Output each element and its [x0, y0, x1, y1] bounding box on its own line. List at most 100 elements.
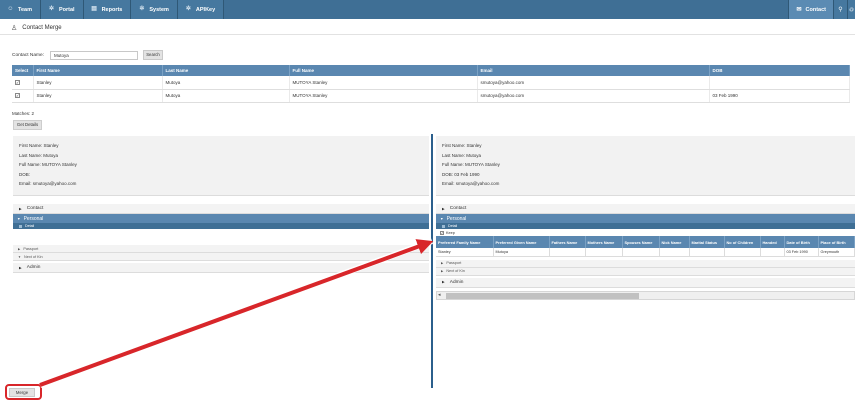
cell-last-name: Mutoya — [162, 89, 290, 103]
right-sub-next-of-kin[interactable]: ▶ Next of Kin — [436, 267, 855, 276]
col-fathers-name: Fathers Name — [549, 236, 586, 248]
cell-date-of-birth: 03 Feb 1990 — [784, 248, 819, 257]
team-icon: ☺ — [7, 6, 14, 12]
col-no-of-children: No of Children — [724, 236, 761, 248]
contact-name-input[interactable]: Mutoya — [50, 50, 138, 60]
scroll-left-icon[interactable]: ◂ — [438, 292, 441, 299]
keep-checkbox[interactable]: ✓ — [440, 230, 444, 235]
cell-first-name: Stanley — [33, 89, 163, 103]
mail-icon: ✉ — [796, 7, 802, 13]
cell-email: smutoya@yahoo.com — [477, 89, 710, 103]
right-contact-pane: First Name: Stanley Last Name: Mutoya Fu… — [436, 136, 855, 391]
nav-more-button[interactable]: @ — [847, 0, 855, 19]
select-checkbox[interactable]: ✓ — [15, 93, 20, 98]
triangle-right-icon: ▶ — [19, 206, 22, 211]
cell-email: smutoya@yahoo.com — [477, 76, 710, 90]
right-section-personal[interactable]: ▼ Personal — [436, 214, 855, 223]
nav-apikey[interactable]: ✲ APIKey — [177, 0, 225, 19]
cell-preferred-given-name: Mutoya — [493, 248, 550, 257]
system-icon: ✲ — [139, 6, 145, 12]
left-section-personal[interactable]: ▼ Personal — [13, 214, 429, 223]
cell-dob — [709, 76, 850, 90]
col-last-name: Last Name — [162, 65, 290, 76]
search-row: Contact Name: Mutoya Search — [12, 50, 163, 60]
table-row[interactable]: ✓ Stanley Mutoya MUTOYA Stanley smutoya@… — [12, 89, 850, 103]
section-label: Admin — [26, 265, 41, 270]
cell-dob: 03 Feb 1990 — [709, 89, 850, 103]
reports-icon: ▤ — [91, 6, 97, 12]
horizontal-scrollbar[interactable]: ◂ — [436, 290, 855, 300]
left-full-name: Full Name: MUTOYA Stanley — [19, 162, 77, 167]
search-icon: ⚲ — [838, 7, 843, 13]
cell-spouses-name — [622, 248, 660, 257]
contact-name-label: Contact Name: — [12, 52, 44, 58]
get-details-button[interactable]: Get Details — [13, 120, 42, 130]
person-icon: ♙ — [11, 25, 18, 32]
nav-search-button[interactable]: ⚲ — [833, 0, 847, 19]
right-section-contact[interactable]: ▶ Contact — [436, 204, 855, 214]
detail-label: Detail — [448, 224, 458, 228]
title-divider — [0, 34, 855, 35]
detail-label: Detail — [25, 224, 35, 228]
cell-place-of-birth: Greymouth — [818, 248, 855, 257]
nav-reports[interactable]: ▤ Reports — [83, 0, 132, 19]
matches-count: Matches: 2 — [12, 111, 35, 116]
page-title: ♙ Contact Merge — [11, 24, 62, 32]
collapse-icon — [442, 224, 445, 228]
triangle-right-icon: ▶ — [442, 206, 445, 211]
page-title-text: Contact Merge — [22, 25, 62, 31]
nav-team[interactable]: ☺ Team — [0, 0, 41, 19]
nav-portal[interactable]: ✲ Portal — [40, 0, 84, 19]
left-first-name: First Name: Stanley — [19, 143, 59, 148]
apikey-icon: ✲ — [185, 6, 191, 12]
select-checkbox[interactable]: ✓ — [15, 79, 20, 85]
left-section-contact[interactable]: ▶ Contact — [13, 204, 429, 214]
section-label: Admin — [449, 279, 464, 285]
left-last-name: Last Name: Mutoya — [19, 152, 59, 158]
sub-label: Next of Kin — [23, 254, 43, 259]
triangle-down-icon: ▼ — [440, 216, 444, 221]
left-sub-next-of-kin[interactable]: ▼ Next of Kin — [13, 253, 429, 261]
nav-right-group: ✉ Contact ⚲ @ — [788, 0, 855, 19]
top-nav: ☺ Team ✲ Portal ▤ Reports ✲ System ✲ API… — [0, 0, 855, 19]
col-nick-name: Nick Name — [659, 236, 690, 248]
merge-button[interactable]: Merge — [9, 388, 35, 397]
cell-first-name: Stanley — [33, 76, 163, 90]
triangle-right-icon: ▶ — [442, 280, 445, 284]
section-label: Personal — [446, 215, 467, 222]
right-sub-passport[interactable]: ▶ Passport — [436, 259, 855, 268]
table-row[interactable]: ✓ Stanley Mutoya MUTOYA Stanley smutoya@… — [12, 76, 850, 90]
col-marital-status: Marital Status — [689, 236, 725, 248]
cell-preferred-family-name: Stanley — [436, 248, 494, 257]
sub-label: Passport — [446, 261, 462, 265]
collapse-icon — [19, 224, 22, 228]
col-first-name: First Name — [33, 65, 163, 76]
right-first-name: First Name: Stanley — [442, 143, 482, 148]
results-header-row: Select First Name Last Name Full Name Em… — [12, 65, 850, 76]
left-sub-passport[interactable]: ▶ Passport — [13, 245, 429, 253]
scrollbar-thumb[interactable] — [446, 292, 639, 299]
cell-marital-status — [689, 248, 725, 257]
triangle-down-icon: ▼ — [18, 254, 21, 259]
select-cell: ✓ — [12, 89, 34, 103]
pane-divider[interactable] — [431, 134, 433, 388]
right-full-name: Full Name: MUTOYA Stanley — [442, 162, 500, 167]
left-detail-body — [13, 229, 429, 245]
search-button[interactable]: Search — [143, 50, 163, 60]
col-select: Select — [12, 65, 34, 76]
nav-reports-label: Reports — [101, 6, 123, 13]
nav-contact[interactable]: ✉ Contact — [788, 0, 833, 19]
portal-icon: ✲ — [48, 6, 54, 12]
nav-contact-label: Contact — [805, 6, 826, 13]
col-place-of-birth: Place of Birth — [818, 236, 855, 248]
col-mothers-name: Mothers Name — [585, 236, 623, 248]
col-date-of-birth: Date of Birth — [784, 236, 819, 248]
left-section-admin[interactable]: ▶ Admin — [13, 263, 429, 273]
triangle-right-icon: ▶ — [18, 246, 21, 251]
right-section-admin[interactable]: ▶ Admin — [436, 277, 855, 288]
left-contact-pane: First Name: Stanley Last Name: Mutoya Fu… — [13, 136, 429, 391]
nav-system-label: System — [149, 6, 169, 13]
nav-system[interactable]: ✲ System — [131, 0, 178, 19]
triangle-right-icon: ▶ — [441, 261, 444, 265]
